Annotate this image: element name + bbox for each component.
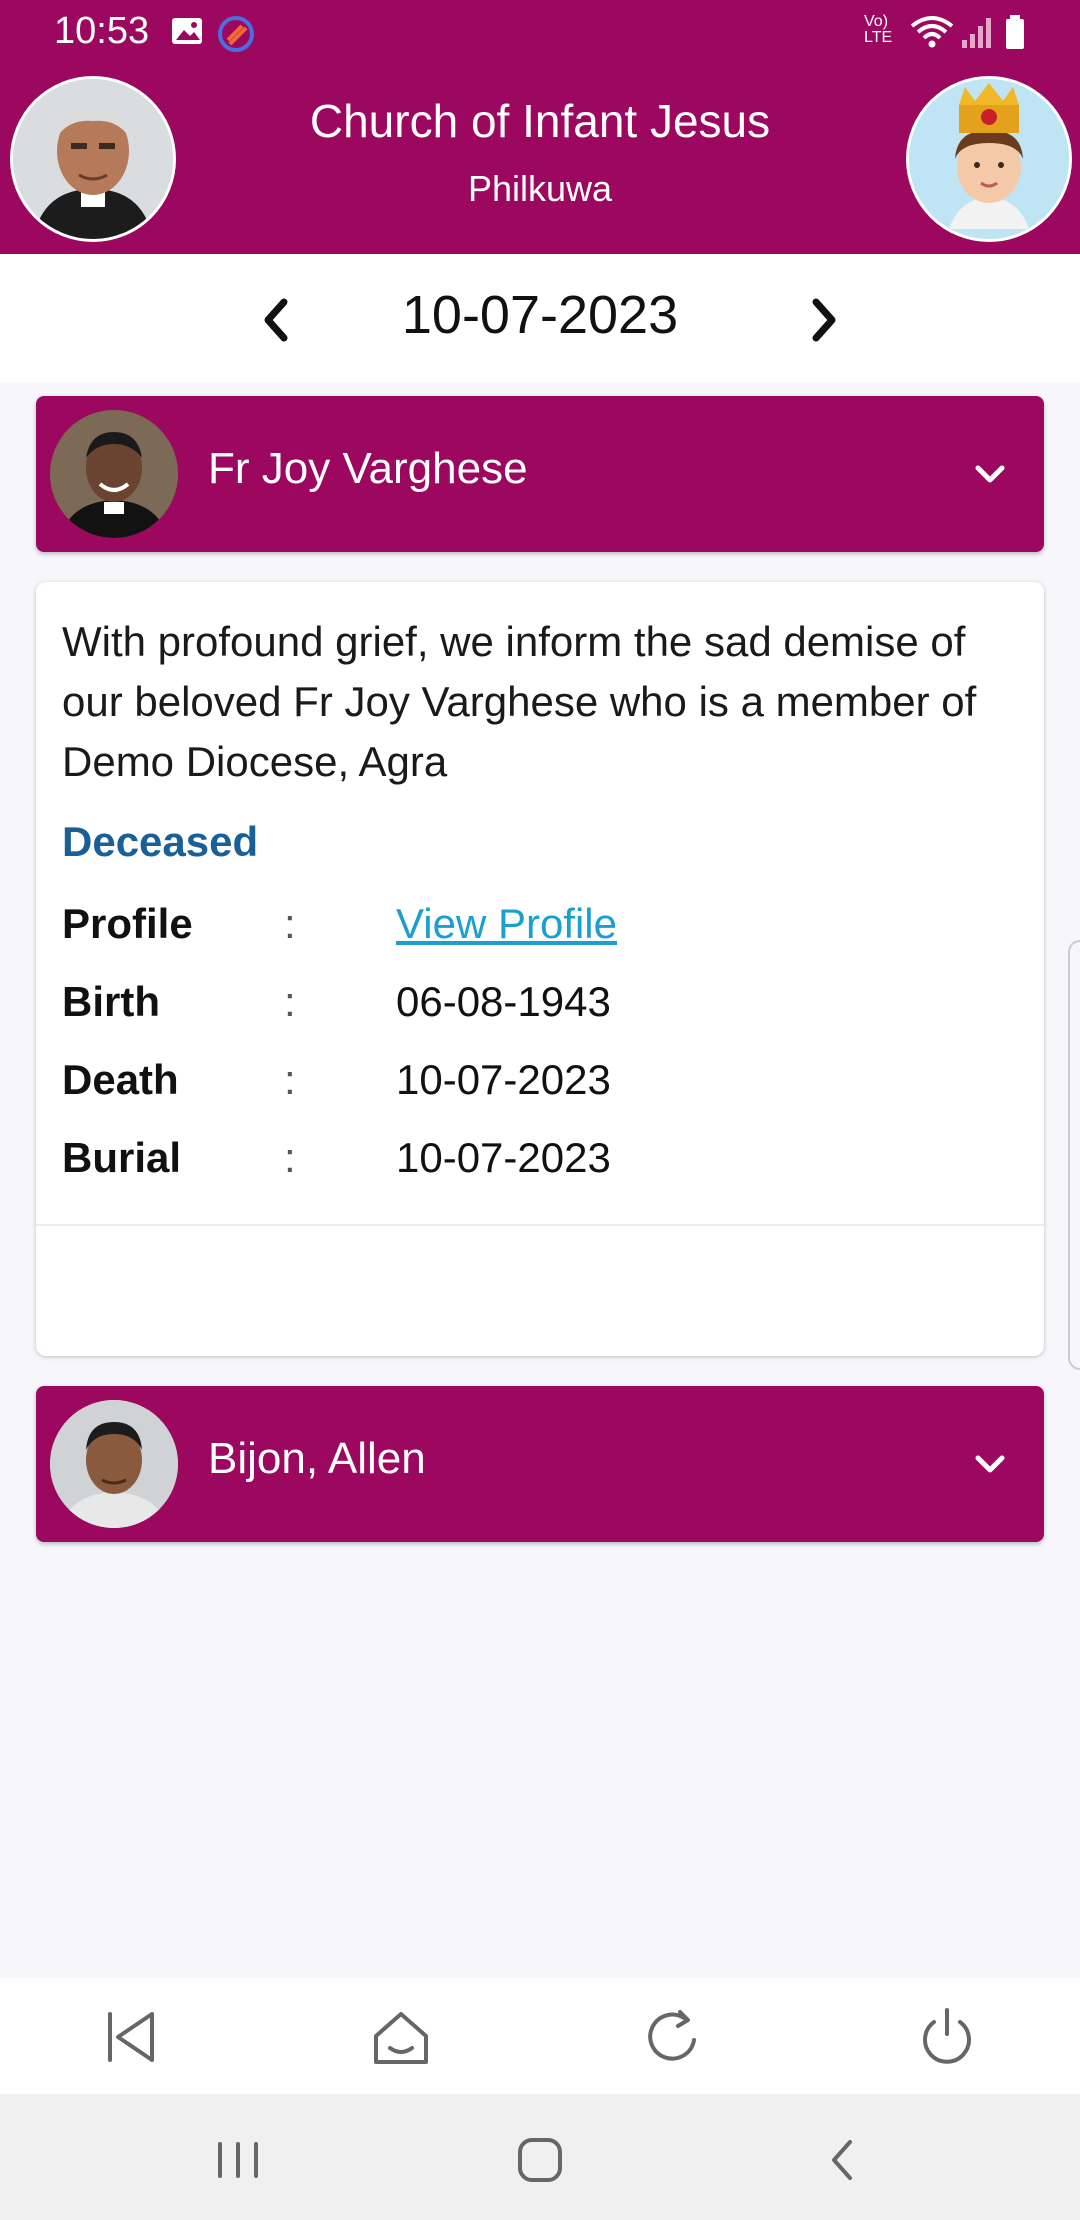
field-label: Profile (62, 900, 193, 947)
person-header-bijon-allen[interactable]: Bijon, Allen (36, 1386, 1044, 1542)
field-label: Burial (62, 1134, 182, 1181)
field-label: Birth (62, 978, 160, 1025)
next-date-chevron-icon[interactable] (800, 290, 850, 350)
battery-icon (1006, 15, 1024, 49)
field-colon: : (284, 1056, 296, 1103)
field-value: 06-08-1943 (396, 978, 611, 1025)
field-label: Death (62, 1056, 179, 1103)
field-colon: : (284, 978, 296, 1025)
volte-icon: Vo) LTE (864, 13, 893, 46)
home-circle-icon[interactable] (510, 2130, 570, 2190)
person-avatar (50, 1400, 178, 1528)
back-to-start-icon[interactable] (96, 2002, 166, 2072)
card-divider (36, 1224, 1044, 1226)
home-icon[interactable] (366, 2002, 436, 2072)
recent-apps-icon[interactable] (208, 2130, 268, 2190)
wifi-icon (910, 16, 954, 48)
field-value: 10-07-2023 (396, 1056, 611, 1103)
person-name: Fr Joy Varghese (208, 444, 528, 493)
power-icon[interactable] (912, 2002, 982, 2072)
status-time: 10:53 (54, 10, 150, 52)
chevron-up-down-icon[interactable] (970, 454, 1010, 494)
bottom-navigation (0, 1978, 1080, 2094)
image-icon (172, 18, 202, 44)
field-value: 10-07-2023 (396, 1134, 611, 1181)
signal-icon (962, 18, 991, 48)
status-bar: 10:53 Vo) LTE (0, 0, 1080, 64)
scroll-edge-handle[interactable] (1068, 940, 1080, 1370)
infant-jesus-avatar (906, 76, 1072, 242)
status-label: Deceased (62, 818, 259, 865)
app-header: Church of Infant Jesus Philkuwa (0, 64, 1080, 254)
system-navigation-bar (0, 2094, 1080, 2220)
person-name: Bijon, Allen (208, 1434, 426, 1483)
obituary-message: With profound grief, we inform the sad d… (62, 618, 977, 785)
person-avatar (50, 410, 178, 538)
chevron-down-icon[interactable] (970, 1444, 1010, 1484)
current-date: 10-07-2023 (401, 285, 679, 345)
field-colon: : (284, 1134, 296, 1181)
field-colon: : (284, 900, 296, 947)
person-detail-card: With profound grief, we inform the sad d… (36, 582, 1044, 1356)
app-notification-icon (218, 16, 254, 52)
date-navigation: 10-07-2023 (0, 254, 1080, 382)
back-icon[interactable] (812, 2130, 872, 2190)
view-profile-link[interactable]: View Profile (396, 900, 617, 948)
refresh-icon[interactable] (638, 2002, 708, 2072)
person-header-joy-varghese[interactable]: Fr Joy Varghese (36, 396, 1044, 552)
